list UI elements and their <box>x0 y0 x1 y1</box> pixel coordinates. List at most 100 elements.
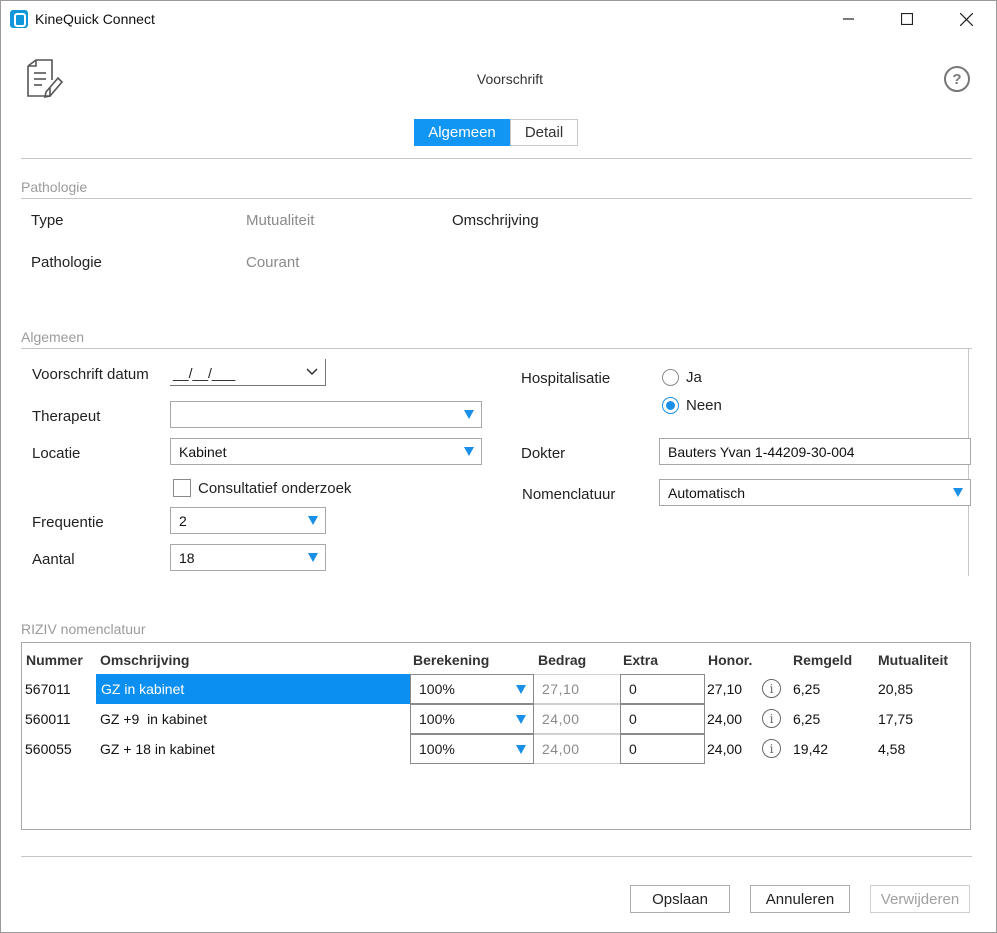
berekening-value: 100% <box>419 741 455 757</box>
maximize-icon <box>901 13 913 25</box>
cell-honor: 24,00 <box>707 741 743 757</box>
minimize-button[interactable] <box>826 0 872 38</box>
maximize-button[interactable] <box>884 0 930 38</box>
close-button[interactable] <box>943 0 989 38</box>
locatie-label: Locatie <box>32 445 81 462</box>
therapeut-label: Therapeut <box>32 408 101 425</box>
extra-field[interactable]: 0 <box>620 734 705 764</box>
extra-field[interactable]: 0 <box>620 704 705 734</box>
column-header-omschrijving: Omschrijving <box>100 652 190 668</box>
nomenclatuur-label: Nomenclatuur <box>522 486 616 503</box>
riziv-table: Nummer Omschrijving Berekening Bedrag Ex… <box>21 642 971 830</box>
cell-remgeld: 6,25 <box>793 681 821 697</box>
dropdown-arrow-icon <box>308 516 318 525</box>
berekening-select[interactable]: 100% <box>410 704 534 734</box>
section-title-algemeen: Algemeen <box>21 329 85 345</box>
page-title: Voorschrift <box>476 71 544 87</box>
berekening-value: 100% <box>419 681 455 697</box>
dropdown-arrow-icon <box>308 553 318 562</box>
hospitalisatie-neen-radio[interactable] <box>662 397 679 414</box>
aantal-select[interactable]: 18 <box>170 544 326 571</box>
berekening-select[interactable]: 100% <box>410 674 534 704</box>
column-header-berekening: Berekening <box>413 652 490 668</box>
hospitalisatie-ja-radio[interactable] <box>662 369 679 386</box>
consultatief-label: Consultatief onderzoek <box>198 480 352 497</box>
aantal-value: 18 <box>179 549 195 566</box>
column-header-mutualiteit: Mutualiteit <box>878 652 948 668</box>
column-header-extra: Extra <box>623 652 659 668</box>
dropdown-arrow-icon <box>516 685 526 694</box>
consultatief-checkbox[interactable] <box>173 479 191 497</box>
cell-remgeld: 6,25 <box>793 711 821 727</box>
section-title-riziv: RIZIV nomenclatuur <box>21 621 146 637</box>
cell-mutualiteit: 4,58 <box>878 741 906 757</box>
type-value: Mutualiteit <box>246 212 315 229</box>
cell-nummer: 560055 <box>25 741 72 757</box>
cell-honor: 24,00 <box>707 711 743 727</box>
pathologie-label: Pathologie <box>31 254 102 271</box>
table-row[interactable]: 560055 GZ + 18 in kabinet 100% 24,00 0 2… <box>22 734 970 764</box>
divider <box>21 198 972 199</box>
omschrijving-label: Omschrijving <box>452 212 539 229</box>
delete-button[interactable]: Verwijderen <box>870 885 970 913</box>
bedrag-field: 24,00 <box>534 704 620 734</box>
cell-omschrijving[interactable]: GZ +9 in kabinet <box>100 711 207 727</box>
column-header-honor: Honor. <box>708 652 753 668</box>
voorschrift-datum-picker[interactable]: __/__/___ <box>170 359 326 386</box>
tab-algemeen[interactable]: Algemeen <box>414 119 510 146</box>
dropdown-arrow-icon <box>464 410 474 419</box>
save-button[interactable]: Opslaan <box>630 885 730 913</box>
cell-honor: 27,10 <box>707 681 743 697</box>
chevron-down-icon <box>306 368 318 376</box>
dokter-value: Bauters Yvan 1-44209-30-004 <box>668 443 855 460</box>
cell-mutualiteit: 20,85 <box>878 681 914 697</box>
frequentie-value: 2 <box>179 512 187 529</box>
table-row[interactable]: 567011 GZ in kabinet 100% 27,10 0 27,10 … <box>22 674 970 704</box>
frequentie-label: Frequentie <box>32 514 104 531</box>
cell-remgeld: 19,42 <box>793 741 829 757</box>
hospitalisatie-neen-label: Neen <box>686 397 722 414</box>
dropdown-arrow-icon <box>516 745 526 754</box>
divider <box>21 158 972 159</box>
extra-field[interactable]: 0 <box>620 674 705 704</box>
column-header-bedrag: Bedrag <box>538 652 587 668</box>
cell-nummer: 567011 <box>25 681 71 697</box>
cancel-button[interactable]: Annuleren <box>750 885 850 913</box>
type-label: Type <box>31 212 64 229</box>
app-logo-icon <box>10 10 28 28</box>
nomenclatuur-value: Automatisch <box>668 484 746 501</box>
help-icon[interactable]: ? <box>944 66 970 92</box>
dokter-field[interactable]: Bauters Yvan 1-44209-30-004 <box>659 438 971 465</box>
cell-omschrijving[interactable]: GZ + 18 in kabinet <box>100 741 215 757</box>
table-row[interactable]: 560011 GZ +9 in kabinet 100% 24,00 0 24,… <box>22 704 970 734</box>
hospitalisatie-ja-label: Ja <box>686 369 702 386</box>
column-header-nummer: Nummer <box>26 652 83 668</box>
dropdown-arrow-icon <box>464 447 474 456</box>
section-title-pathologie: Pathologie <box>21 179 88 195</box>
divider <box>21 856 972 857</box>
hospitalisatie-label: Hospitalisatie <box>521 370 611 387</box>
close-icon <box>959 12 973 26</box>
tab-detail[interactable]: Detail <box>510 119 578 146</box>
title-bar: KineQuick Connect <box>0 0 997 38</box>
nomenclatuur-select[interactable]: Automatisch <box>659 479 971 506</box>
locatie-value: Kabinet <box>179 443 227 460</box>
window-title: KineQuick Connect <box>35 11 155 27</box>
dropdown-arrow-icon <box>516 715 526 724</box>
info-icon[interactable]: i <box>762 739 781 758</box>
column-header-remgeld: Remgeld <box>793 652 853 668</box>
bedrag-field: 24,00 <box>534 734 620 764</box>
frequentie-select[interactable]: 2 <box>170 507 326 534</box>
aantal-label: Aantal <box>32 551 75 568</box>
voorschrift-datum-value: __/__/___ <box>173 365 236 381</box>
cell-nummer: 560011 <box>25 711 71 727</box>
locatie-select[interactable]: Kabinet <box>170 438 482 465</box>
info-icon[interactable]: i <box>762 679 781 698</box>
cell-omschrijving[interactable]: GZ in kabinet <box>96 674 410 704</box>
info-icon[interactable]: i <box>762 709 781 728</box>
therapeut-select[interactable] <box>170 401 482 428</box>
berekening-select[interactable]: 100% <box>410 734 534 764</box>
bedrag-field: 27,10 <box>534 674 620 704</box>
cell-mutualiteit: 17,75 <box>878 711 914 727</box>
berekening-value: 100% <box>419 711 455 727</box>
